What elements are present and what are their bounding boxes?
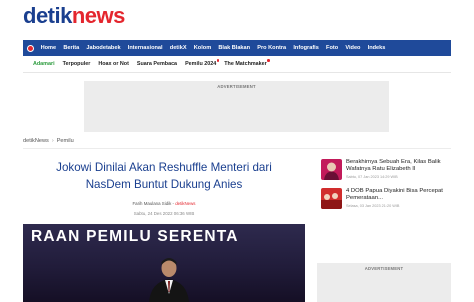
nav-item-internasional[interactable]: Internasional: [124, 40, 166, 56]
subnav-item-terpopuler[interactable]: Terpopuler: [59, 61, 95, 67]
related-article-title[interactable]: Berakhirnya Sebuah Era, Kilas Balik Wafa…: [346, 159, 452, 174]
subnav-label-matchmaker: The Matchmaker: [224, 61, 267, 67]
related-article-item[interactable]: Berakhirnya Sebuah Era, Kilas Balik Wafa…: [321, 159, 451, 183]
breadcrumb-current[interactable]: Pemilu: [57, 138, 74, 144]
sub-navigation: Adamari Terpopuler Hoax or Not Suara Pem…: [23, 56, 451, 73]
headline-line-1: Jokowi Dinilai Akan Reshuffle Menteri da…: [56, 161, 272, 174]
top-advertisement[interactable]: ADVERTISEMENT: [84, 81, 389, 132]
related-article-date: Selasa, 03 Jan 2023 21:20 WIB: [346, 204, 400, 208]
hero-banner-text: RAAN PEMILU SERENTA: [31, 228, 239, 245]
nav-item-blak-blakan[interactable]: Blak Blakan: [215, 40, 254, 56]
related-article-thumbnail: [321, 188, 342, 209]
subnav-item-adamari[interactable]: Adamari: [29, 61, 59, 67]
speaker-figure: [149, 258, 189, 302]
breadcrumb-separator-icon: ›: [51, 138, 54, 144]
article-source[interactable]: detikNews: [175, 201, 195, 206]
nav-item-video[interactable]: Video: [342, 40, 364, 56]
nav-item-indeks[interactable]: Indeks: [364, 40, 389, 56]
article-headline: Jokowi Dinilai Akan Reshuffle Menteri da…: [23, 159, 305, 193]
nav-item-berita[interactable]: Berita: [60, 40, 83, 56]
home-icon[interactable]: [23, 40, 37, 56]
headline-line-2: NasDem Buntut Dukung Anies: [85, 178, 243, 191]
nav-item-detikx[interactable]: detikX: [166, 40, 190, 56]
new-indicator-dot: [267, 59, 270, 62]
new-indicator-dot: [216, 59, 220, 62]
author-name[interactable]: Farih Maulana Sidik: [133, 201, 172, 206]
breadcrumb-root[interactable]: detikNews: [23, 138, 49, 144]
subnav-label-pemilu: Pemilu 2024: [185, 61, 217, 67]
advertisement-label: ADVERTISEMENT: [364, 266, 404, 271]
article-byline: Farih Maulana Sidik - detikNews: [132, 201, 196, 206]
subnav-item-matchmaker[interactable]: The Matchmaker: [220, 59, 271, 67]
logo-part-news: news: [71, 3, 126, 28]
subnav-item-hoax-or-not[interactable]: Hoax or Not: [94, 61, 133, 67]
subnav-item-suara-pembaca[interactable]: Suara Pembaca: [133, 61, 181, 67]
subnav-item-pemilu-2024[interactable]: Pemilu 2024: [181, 59, 220, 67]
article-date: Sabtu, 24 Des 2022 06:36 WIB: [133, 211, 195, 216]
article-hero-image[interactable]: RAAN PEMILU SERENTA: [23, 224, 305, 302]
related-article-date: Sabtu, 07 Jan 2023 14:29 WIB: [346, 175, 398, 179]
main-navigation: Home Berita Jabodetabek Internasional de…: [23, 40, 451, 56]
logo-part-detik: detik: [23, 3, 72, 28]
related-article-title[interactable]: 4 DOB Papua Diyakini Bisa Percepat Pemer…: [346, 188, 452, 203]
nav-item-kolom[interactable]: Kolom: [190, 40, 215, 56]
breadcrumb: detikNews › Pemilu: [23, 138, 74, 144]
home-dot: [26, 44, 34, 52]
divider: [23, 148, 451, 149]
related-article-item[interactable]: 4 DOB Papua Diyakini Bisa Percepat Pemer…: [321, 188, 451, 212]
nav-item-foto[interactable]: Foto: [322, 40, 341, 56]
nav-item-pro-kontra[interactable]: Pro Kontra: [254, 40, 290, 56]
nav-item-home[interactable]: Home: [37, 40, 60, 56]
detiknews-logo[interactable]: detiknews: [23, 3, 125, 29]
nav-item-infografis[interactable]: Infografis: [290, 40, 323, 56]
related-article-thumbnail: [321, 159, 342, 180]
nav-item-jabodetabek[interactable]: Jabodetabek: [83, 40, 124, 56]
sidebar-advertisement[interactable]: ADVERTISEMENT: [317, 263, 451, 302]
advertisement-label: ADVERTISEMENT: [217, 84, 256, 89]
